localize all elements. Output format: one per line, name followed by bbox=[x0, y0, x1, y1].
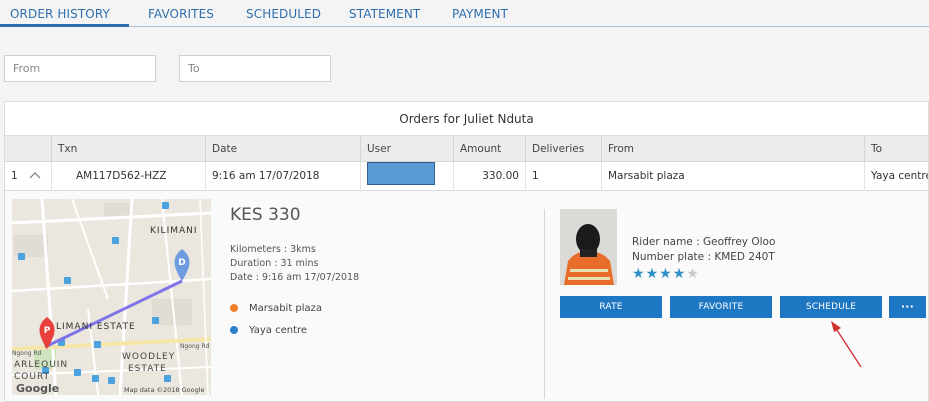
active-tab-indicator bbox=[0, 24, 129, 27]
column-header-deliveries[interactable]: Deliveries bbox=[525, 136, 601, 162]
star-icon: ★ bbox=[632, 266, 646, 282]
star-icon: ★ bbox=[645, 266, 660, 282]
map-label-court: COURT bbox=[14, 372, 50, 382]
stop-to: Yaya centre bbox=[230, 325, 307, 336]
map-label-estate: ESTATE bbox=[128, 364, 167, 374]
column-header-from[interactable]: From bbox=[601, 136, 864, 162]
tab-favorites[interactable]: FAVORITES bbox=[148, 7, 214, 21]
row-deliveries: 1 bbox=[525, 162, 601, 191]
table-row[interactable]: 1 AM117D562-HZZ 9:16 am 17/07/2018 330.0… bbox=[5, 162, 928, 191]
map-label-ngong-left: Ngong Rd bbox=[12, 350, 42, 357]
number-plate: Number plate : KMED 240T bbox=[632, 251, 775, 263]
rate-button[interactable]: RATE bbox=[560, 296, 662, 318]
rating-stars: ★★★★★ bbox=[632, 266, 700, 282]
map-label-kilimani: KILIMANI bbox=[150, 226, 198, 236]
more-options-button[interactable]: ··· bbox=[889, 296, 926, 318]
star-empty-icon: ★ bbox=[686, 266, 700, 282]
column-header-amount[interactable]: Amount bbox=[453, 136, 525, 162]
order-price: KES 330 bbox=[230, 205, 301, 225]
rider-name: Rider name : Geoffrey Oloo bbox=[632, 236, 776, 248]
tab-scheduled[interactable]: SCHEDULED bbox=[246, 7, 321, 21]
trip-kilometers: Kilometers : 3kms bbox=[230, 244, 316, 255]
user-redacted-box bbox=[367, 162, 435, 185]
map-label-woodley: WOODLEY bbox=[122, 352, 175, 362]
tab-payment[interactable]: PAYMENT bbox=[452, 7, 508, 21]
map-label-ngong-right: Ngong Rd bbox=[180, 343, 210, 350]
trip-info: Kilometers : 3kms Duration : 31 mins Dat… bbox=[230, 243, 359, 285]
grid-header-row: Txn Date User Amount Deliveries From To bbox=[5, 136, 928, 162]
chevron-up-icon[interactable] bbox=[29, 171, 41, 179]
trip-date: Date : 9:16 am 17/07/2018 bbox=[230, 272, 360, 283]
google-logo: Google bbox=[16, 382, 59, 395]
tab-bar: ORDER HISTORY FAVORITES SCHEDULED STATEM… bbox=[0, 0, 929, 27]
detail-divider bbox=[544, 209, 545, 399]
star-icon: ★ bbox=[659, 266, 673, 282]
grid-title: Orders for Juliet Nduta bbox=[5, 102, 928, 136]
map-label-harlequin: ARLEQUIN bbox=[14, 360, 68, 370]
column-header-user[interactable]: User bbox=[360, 136, 453, 162]
schedule-button[interactable]: SCHEDULE bbox=[780, 296, 882, 318]
column-header-txn[interactable]: Txn bbox=[51, 136, 205, 162]
svg-text:P: P bbox=[44, 326, 51, 336]
orders-grid: Orders for Juliet Nduta Txn Date User Am… bbox=[4, 101, 929, 402]
to-date-input[interactable] bbox=[179, 55, 331, 82]
row-date: 9:16 am 17/07/2018 bbox=[205, 162, 360, 191]
route-map[interactable]: P D KILIMANI LIMANI ESTATE WOODLEY ESTAT… bbox=[12, 199, 211, 395]
trip-duration: Duration : 31 mins bbox=[230, 258, 319, 269]
tab-order-history[interactable]: ORDER HISTORY bbox=[10, 7, 110, 21]
origin-dot-icon bbox=[230, 304, 238, 312]
column-header-to[interactable]: To bbox=[864, 136, 928, 162]
row-from: Marsabit plaza bbox=[601, 162, 864, 191]
rider-avatar bbox=[560, 209, 617, 285]
map-label-kilimani-estate: LIMANI ESTATE bbox=[56, 322, 136, 332]
column-header-date[interactable]: Date bbox=[205, 136, 360, 162]
row-index: 1 bbox=[5, 162, 51, 191]
column-header-index bbox=[5, 136, 51, 162]
row-to: Yaya centre bbox=[864, 162, 928, 191]
stop-from: Marsabit plaza bbox=[230, 303, 322, 314]
order-detail-panel: P D KILIMANI LIMANI ESTATE WOODLEY ESTAT… bbox=[5, 191, 928, 401]
map-copyright: Map data ©2018 Google bbox=[124, 386, 205, 394]
from-date-input[interactable] bbox=[4, 55, 156, 82]
tab-statement[interactable]: STATEMENT bbox=[349, 7, 420, 21]
favorite-button[interactable]: FAVORITE bbox=[670, 296, 772, 318]
svg-text:D: D bbox=[178, 258, 185, 268]
map-canvas: P D KILIMANI LIMANI ESTATE WOODLEY ESTAT… bbox=[12, 199, 211, 395]
row-amount: 330.00 bbox=[453, 162, 525, 191]
row-txn: AM117D562-HZZ bbox=[51, 162, 205, 191]
star-icon: ★ bbox=[672, 266, 687, 282]
destination-dot-icon bbox=[230, 326, 238, 334]
annotation-arrow-icon bbox=[831, 321, 862, 368]
